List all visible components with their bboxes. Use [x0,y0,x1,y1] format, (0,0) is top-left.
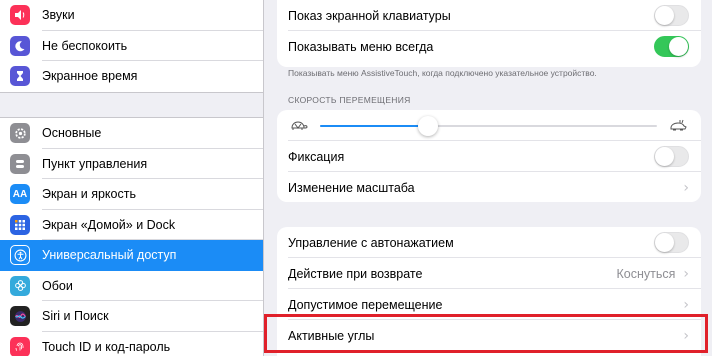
sidebar: Звуки Не беспокоить Экранное время Основ… [0,0,264,356]
hourglass-icon [10,66,30,87]
show-keyboard-row: Показ экранной клавиатуры [277,0,701,31]
show-keyboard-label: Показ экранной клавиатуры [288,8,451,23]
revert-action-value: Коснуться [616,266,676,281]
sidebar-item-label: Не беспокоить [42,38,128,53]
switches-icon [10,153,30,174]
toggle-knob [655,147,674,166]
dwell-control-row: Управление с автонажатием [277,227,701,258]
slider-thumb[interactable] [417,115,438,136]
sidebar-item-label: Обои [42,278,73,293]
sidebar-item-label: Звуки [42,8,75,23]
home-grid-icon [10,214,30,235]
sidebar-item-label: Основные [42,126,102,141]
dwell-control-toggle[interactable] [654,232,689,253]
sidebar-group-1: Звуки Не беспокоить Экранное время [0,0,263,93]
sidebar-item-control-center[interactable]: Пункт управления [0,149,263,180]
tracking-speed-header: СКОРОСТЬ ПЕРЕМЕЩЕНИЯ [288,95,411,105]
hot-corners-row[interactable]: Активные углы › [277,320,701,351]
sidebar-item-label: Siri и Поиск [42,309,109,324]
chevron-right-icon: › [683,265,689,282]
movement-tolerance-label: Допустимое перемещение [288,297,443,312]
always-show-menu-toggle[interactable] [654,36,689,57]
sidebar-item-sounds[interactable]: Звуки [0,0,263,31]
chevron-right-icon: › [683,327,689,344]
detail-pane: Показ экранной клавиатуры Показывать мен… [265,0,712,356]
always-show-menu-label: Показывать меню всегда [288,39,434,54]
slider-fill [320,124,428,127]
sidebar-item-accessibility[interactable]: Универсальный доступ [0,240,263,271]
sidebar-item-home-dock[interactable]: Экран «Домой» и Dock [0,210,263,241]
fixation-toggle[interactable] [654,146,689,167]
accessibility-icon [10,245,30,266]
dwell-card: Управление с автонажатием Действие при в… [277,227,701,356]
sidebar-item-label: Экран и яркость [42,187,136,202]
sidebar-item-label: Универсальный доступ [42,248,177,263]
sidebar-item-do-not-disturb[interactable]: Не беспокоить [0,31,263,62]
revert-action-label: Действие при возврате [288,266,423,281]
pointer-card: Фиксация Изменение масштаба › [277,110,701,202]
zoom-pan-label: Изменение масштаба [288,180,415,195]
sidebar-item-label: Touch ID и код-пароль [42,339,171,354]
sidebar-item-display-brightness[interactable]: AA Экран и яркость [0,179,263,210]
hare-icon [667,119,689,133]
chevron-right-icon: › [683,179,689,196]
toggle-knob [655,6,674,25]
sidebar-item-screen-time[interactable]: Экранное время [0,61,263,92]
toggle-knob [655,233,674,252]
gear-icon [10,123,30,144]
speed-slider[interactable] [320,115,657,136]
sidebar-item-touchid[interactable]: Touch ID и код-пароль [0,332,263,356]
sidebar-item-wallpaper[interactable]: Обои [0,271,263,302]
turtle-icon [288,119,310,133]
menu-footer-note: Показывать меню AssistiveTouch, когда по… [288,68,597,78]
movement-tolerance-row[interactable]: Допустимое перемещение › [277,289,701,320]
sidebar-item-siri-search[interactable]: Siri и Поиск [0,301,263,332]
speaker-icon [10,5,30,26]
sidebar-item-label: Экранное время [42,69,138,84]
dwell-control-label: Управление с автонажатием [288,235,454,250]
zoom-pan-row[interactable]: Изменение масштаба › [277,172,701,202]
siri-icon [10,306,30,327]
fixation-label: Фиксация [288,149,345,164]
sidebar-item-general[interactable]: Основные [0,118,263,149]
fixation-row: Фиксация [277,141,701,172]
sidebar-group-2: Основные Пункт управления AA Экран и ярк… [0,117,263,356]
hot-corners-label: Активные углы [288,328,375,343]
assistivetouch-card: Показ экранной клавиатуры Показывать мен… [277,0,701,67]
speed-slider-row [277,110,701,141]
fingerprint-icon [10,336,30,356]
toggle-knob [669,37,688,56]
chevron-right-icon: › [683,296,689,313]
sidebar-item-label: Экран «Домой» и Dock [42,217,176,232]
revert-action-row[interactable]: Действие при возврате Коснуться › [277,258,701,289]
show-keyboard-toggle[interactable] [654,5,689,26]
moon-icon [10,35,30,56]
flower-icon [10,275,30,296]
aa-icon: AA [10,184,30,205]
always-show-menu-row: Показывать меню всегда [277,31,701,62]
sidebar-item-label: Пункт управления [42,156,148,171]
